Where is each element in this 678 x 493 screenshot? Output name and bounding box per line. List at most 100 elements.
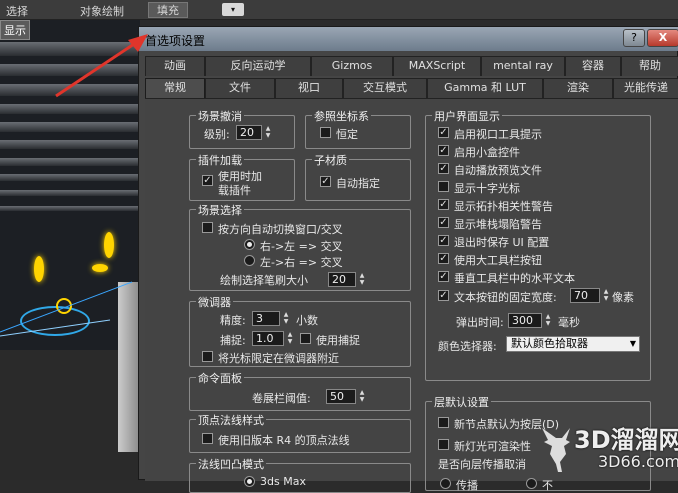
constant-label: 恒定 [336, 128, 358, 141]
ui-checkbox[interactable]: ✓ [438, 290, 449, 301]
left-right-radio[interactable] [244, 255, 255, 266]
group-title: 微调器 [196, 294, 233, 310]
tab-help[interactable]: 帮助 [621, 56, 678, 76]
new-nodes-by-layer-checkbox[interactable] [438, 417, 449, 428]
tab-gizmos[interactable]: Gizmos [311, 56, 393, 76]
group-scene-selection: 场景选择 按方向自动切换窗口/交叉 右->左 => 交叉 左->右 => 交叉 … [189, 202, 411, 291]
load-on-demand-label: 载插件 [218, 184, 251, 197]
fixed-width-spinner[interactable]: 70 [570, 288, 600, 303]
ui-checkbox[interactable]: ✓ [438, 253, 449, 264]
tab-mental-ray[interactable]: mental ray [481, 56, 565, 76]
tab-animation[interactable]: 动画 [145, 56, 205, 76]
snap-spinner[interactable]: 1.0 [252, 331, 284, 346]
precision-spinner[interactable]: 3 [252, 311, 280, 326]
group-normal-bump-mode: 法线凹凸模式 3ds Max [189, 456, 411, 493]
wrap-cursor-checkbox[interactable] [202, 351, 213, 362]
ui-checkbox[interactable]: ✓ [438, 217, 449, 228]
auto-switch-checkbox[interactable] [202, 222, 213, 233]
ui-option-label: 使用大工具栏按钮 [454, 254, 542, 267]
new-lights-label: 新灯光可渲染性 [454, 440, 531, 453]
legacy-normals-checkbox[interactable] [202, 433, 213, 444]
flyout-time-spinner[interactable]: 300 [508, 313, 542, 328]
menu-populate[interactable]: 填充 [148, 2, 188, 18]
tab-general[interactable]: 常规 [145, 78, 205, 98]
constant-checkbox[interactable] [320, 127, 331, 138]
spinner-arrows-icon[interactable]: ▲ ▼ [286, 331, 294, 346]
ui-checkbox[interactable]: ✓ [438, 145, 449, 156]
menu-select[interactable]: 选择 [6, 3, 28, 19]
group-plugin-loading: 插件加载 ✓ 使用时加 载插件 [189, 152, 295, 201]
tab-interaction-mode[interactable]: 交互模式 [343, 78, 427, 98]
group-sub-materials: 子材质 ✓ 自动指定 [305, 152, 411, 201]
ui-checkbox[interactable]: ✓ [438, 235, 449, 246]
preferences-dialog: 首选项设置 ? X 动画 反向运动学 Gizmos MAXScript ment… [138, 26, 678, 493]
tab-files[interactable]: 文件 [205, 78, 275, 98]
spinner-arrows-icon[interactable]: ▲ ▼ [358, 272, 366, 287]
spinner-arrows-icon[interactable]: ▲ ▼ [544, 313, 552, 328]
propagate-option: 传播 [456, 479, 478, 492]
ui-option-label: 显示堆栈塌陷警告 [454, 218, 542, 231]
load-on-demand-checkbox[interactable]: ✓ [202, 175, 213, 186]
use-snap-label: 使用捕捉 [316, 334, 360, 347]
propagate-label: 是否向层传播取消 [438, 458, 526, 471]
auto-switch-label: 按方向自动切换窗口/交叉 [218, 223, 343, 236]
tab-viewports[interactable]: 视口 [275, 78, 343, 98]
spinner-arrows-icon[interactable]: ▲ ▼ [602, 288, 610, 303]
flyout-time-label: 弹出时间: [456, 316, 504, 329]
ui-checkbox[interactable]: ✓ [438, 127, 449, 138]
ui-checkbox[interactable]: ✓ [438, 163, 449, 174]
group-title: 法线凹凸模式 [196, 456, 266, 472]
ui-option-label: 文本按钮的固定宽度: [454, 291, 557, 304]
group-title: 层默认设置 [432, 394, 491, 410]
normal-bump-radio[interactable] [244, 476, 255, 487]
color-picker-label: 颜色选择器: [438, 340, 497, 353]
menu-object-paint[interactable]: 对象绘制 [80, 3, 124, 19]
brush-size-label: 绘制选择笔刷大小 [220, 274, 308, 287]
group-title: 参照坐标系 [312, 108, 371, 124]
selection-line [0, 281, 133, 337]
group-title: 场景选择 [196, 202, 244, 218]
tab-inverse-kinematics[interactable]: 反向运动学 [205, 56, 311, 76]
precision-label: 精度: [220, 314, 246, 327]
right-left-radio[interactable] [244, 239, 255, 250]
group-title: 子材质 [312, 152, 349, 168]
tab-maxscript[interactable]: MAXScript [393, 56, 481, 76]
group-spinners: 微调器 精度: 3 ▲ ▼ 小数 捕捉: 1.0 ▲ ▼ 使用捕捉 将光标限定在微调… [189, 294, 411, 367]
brush-size-spinner[interactable]: 20 [328, 272, 356, 287]
deer-logo-icon [542, 428, 570, 472]
new-lights-checkbox[interactable] [438, 439, 449, 450]
spinner-arrows-icon[interactable]: ▲ ▼ [282, 311, 290, 326]
tab-radiosity[interactable]: 光能传递 [613, 78, 678, 98]
chevron-down-icon: ▼ [629, 339, 636, 348]
menubar-dropdown-icon[interactable]: ▾ [222, 3, 244, 16]
help-button[interactable]: ? [623, 29, 645, 47]
group-reference-coord: 参照坐标系 恒定 [305, 108, 411, 149]
group-ui-display: 用户界面显示 ✓ 启用视口工具提示 ✓ 启用小盒控件 ✓ 自动播放预览文件 显示… [425, 108, 651, 381]
pixels-label: 像素 [612, 291, 634, 304]
auto-assign-checkbox[interactable]: ✓ [320, 176, 331, 187]
group-vertex-normal-style: 顶点法线样式 使用旧版本 R4 的顶点法线 [189, 412, 411, 453]
ui-checkbox[interactable] [438, 181, 449, 192]
group-title: 命令面板 [196, 370, 244, 386]
levels-spinner[interactable]: 20 [236, 125, 262, 140]
tab-rendering[interactable]: 渲染 [543, 78, 613, 98]
dialog-titlebar[interactable]: 首选项设置 ? X [139, 27, 678, 51]
snap-label: 捕捉: [220, 334, 246, 347]
spinner-arrows-icon[interactable]: ▲ ▼ [358, 389, 366, 404]
scene-viewport[interactable]: 显示 [0, 20, 140, 480]
close-button[interactable]: X [647, 29, 678, 47]
tab-containers[interactable]: 容器 [565, 56, 621, 76]
decimals-label: 小数 [296, 314, 318, 327]
legacy-normals-label: 使用旧版本 R4 的顶点法线 [218, 434, 350, 447]
group-command-panel: 命令面板 卷展栏阈值: 50 ▲ ▼ [189, 370, 411, 411]
group-title: 场景撤消 [196, 108, 244, 124]
ui-option-label: 自动播放预览文件 [454, 164, 542, 177]
rollup-threshold-spinner[interactable]: 50 [326, 389, 356, 404]
color-picker-select[interactable]: 默认颜色拾取器 ▼ [506, 336, 640, 352]
ui-checkbox[interactable]: ✓ [438, 271, 449, 282]
rollup-threshold-label: 卷展栏阈值: [252, 392, 311, 405]
spinner-arrows-icon[interactable]: ▲ ▼ [264, 125, 272, 140]
ui-checkbox[interactable]: ✓ [438, 199, 449, 210]
use-snap-checkbox[interactable] [300, 333, 311, 344]
tab-gamma-lut[interactable]: Gamma 和 LUT [427, 78, 543, 98]
